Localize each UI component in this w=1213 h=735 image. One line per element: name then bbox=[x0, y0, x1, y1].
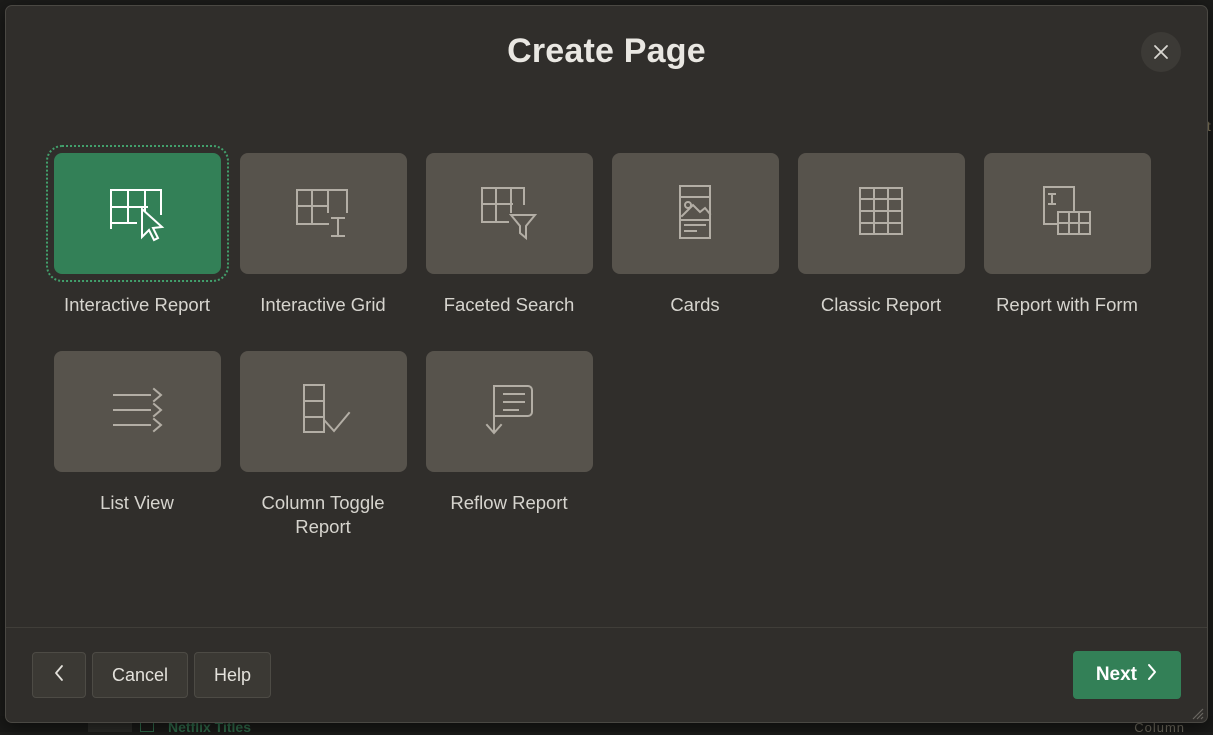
page-type-tile[interactable] bbox=[54, 153, 221, 274]
page-type-label: Interactive Report bbox=[57, 293, 217, 317]
page-type-list-view[interactable]: List View bbox=[44, 351, 230, 539]
page-type-tile[interactable] bbox=[426, 153, 593, 274]
page-type-tile[interactable] bbox=[798, 153, 965, 274]
page-title: Create Page bbox=[6, 32, 1207, 71]
page-type-label: Interactive Grid bbox=[243, 293, 403, 317]
grid-with-text-cursor-icon bbox=[292, 182, 354, 245]
page-type-column-toggle-report[interactable]: Column Toggle Report bbox=[230, 351, 416, 539]
dialog-footer: Cancel Help Next bbox=[6, 627, 1207, 722]
form-with-table-icon bbox=[1036, 182, 1098, 245]
page-type-classic-report[interactable]: Classic Report bbox=[788, 153, 974, 317]
chevron-left-icon bbox=[53, 664, 65, 687]
page-type-row-2: List View Column Toggle Report bbox=[44, 351, 1169, 539]
grid-with-cursor-icon bbox=[106, 182, 168, 245]
footer-left-buttons: Cancel Help bbox=[32, 652, 271, 698]
page-type-report-with-form[interactable]: Report with Form bbox=[974, 153, 1160, 317]
next-button[interactable]: Next bbox=[1073, 651, 1181, 699]
page-type-reflow-report[interactable]: Reflow Report bbox=[416, 351, 602, 539]
back-button[interactable] bbox=[32, 652, 86, 698]
page-type-row-1: Interactive Report Interactive Grid bbox=[44, 153, 1169, 317]
list-with-chevrons-icon bbox=[106, 380, 168, 443]
page-type-label: Column Toggle Report bbox=[243, 491, 403, 539]
next-button-label: Next bbox=[1096, 664, 1137, 686]
page-type-tile[interactable] bbox=[426, 351, 593, 472]
cancel-button[interactable]: Cancel bbox=[92, 652, 188, 698]
page-type-interactive-report[interactable]: Interactive Report bbox=[44, 153, 230, 317]
page-type-tile[interactable] bbox=[612, 153, 779, 274]
resize-grip[interactable] bbox=[1188, 704, 1204, 720]
dialog-header: Create Page bbox=[6, 6, 1207, 98]
page-type-label: Faceted Search bbox=[429, 293, 589, 317]
page-type-label: Reflow Report bbox=[429, 491, 589, 515]
page-type-label: Classic Report bbox=[801, 293, 961, 317]
chevron-right-icon bbox=[1146, 663, 1158, 687]
card-with-image-icon bbox=[664, 182, 726, 245]
table-grid-icon bbox=[850, 182, 912, 245]
page-type-label: List View bbox=[57, 491, 217, 515]
help-button[interactable]: Help bbox=[194, 652, 271, 698]
page-type-label: Report with Form bbox=[987, 293, 1147, 317]
grid-with-funnel-icon bbox=[478, 182, 540, 245]
page-type-tile[interactable] bbox=[240, 351, 407, 472]
create-page-dialog: Create Page bbox=[5, 5, 1208, 723]
page-type-tile[interactable] bbox=[240, 153, 407, 274]
page-type-label: Cards bbox=[615, 293, 775, 317]
page-type-interactive-grid[interactable]: Interactive Grid bbox=[230, 153, 416, 317]
page-type-cards[interactable]: Cards bbox=[602, 153, 788, 317]
page-type-gallery: Interactive Report Interactive Grid bbox=[6, 98, 1207, 627]
page-type-tile[interactable] bbox=[984, 153, 1151, 274]
page-type-faceted-search[interactable]: Faceted Search bbox=[416, 153, 602, 317]
close-icon bbox=[1151, 42, 1171, 62]
reflow-arrow-icon bbox=[478, 380, 540, 443]
column-with-check-icon bbox=[292, 380, 354, 443]
page-type-tile[interactable] bbox=[54, 351, 221, 472]
close-button[interactable] bbox=[1141, 32, 1181, 72]
